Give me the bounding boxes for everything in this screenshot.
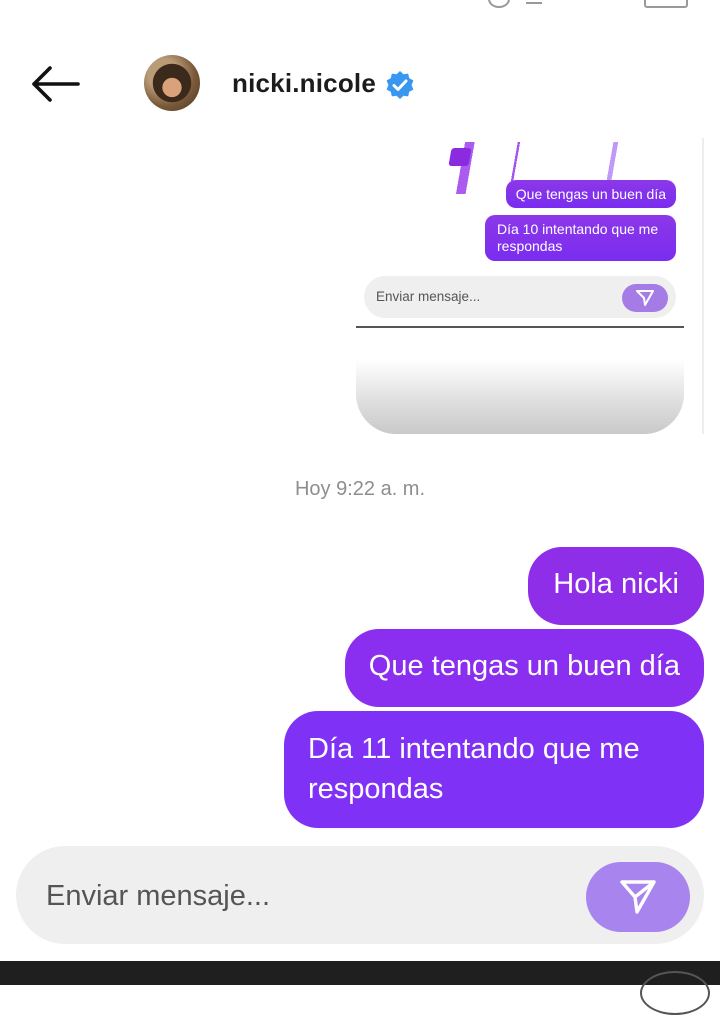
embedded-message-bubble: Día 10 intentando que me respondas bbox=[485, 215, 676, 261]
profile-avatar[interactable] bbox=[144, 55, 200, 111]
send-icon bbox=[620, 880, 656, 914]
battery-icon bbox=[644, 0, 688, 8]
chat-header: nicki.nicole bbox=[0, 38, 720, 128]
system-navigation-bar bbox=[0, 961, 720, 1015]
image-edge bbox=[702, 138, 704, 434]
message-input[interactable] bbox=[44, 872, 568, 920]
wifi-icon bbox=[526, 0, 542, 4]
scribble-mark bbox=[448, 148, 472, 166]
sent-message-bubble[interactable]: Día 11 intentando que me respondas bbox=[284, 711, 704, 828]
sent-message-bubble[interactable]: Hola nicki bbox=[528, 547, 704, 625]
embedded-send-button bbox=[622, 284, 668, 312]
embedded-keyboard-area bbox=[356, 328, 684, 434]
message-composer bbox=[16, 846, 704, 944]
send-button[interactable] bbox=[586, 862, 690, 932]
alarm-icon bbox=[488, 0, 510, 8]
shared-screenshot-image[interactable]: Que tengas un buen día Día 10 intentando… bbox=[356, 138, 684, 434]
embedded-message-input: Enviar mensaje... bbox=[364, 276, 676, 318]
send-icon bbox=[636, 290, 654, 306]
embedded-input-placeholder: Enviar mensaje... bbox=[376, 289, 481, 304]
arrow-left-icon bbox=[32, 66, 80, 102]
embedded-message-bubble: Que tengas un buen día bbox=[505, 180, 676, 208]
status-bar bbox=[0, 0, 720, 10]
back-button[interactable] bbox=[28, 64, 84, 104]
sent-message-bubble[interactable]: Que tengas un buen día bbox=[344, 629, 704, 707]
chat-username[interactable]: nicki.nicole bbox=[232, 68, 376, 99]
message-timestamp: Hoy 9:22 a. m. bbox=[294, 478, 426, 500]
home-button[interactable] bbox=[640, 971, 710, 1015]
verified-badge-icon bbox=[386, 71, 414, 99]
